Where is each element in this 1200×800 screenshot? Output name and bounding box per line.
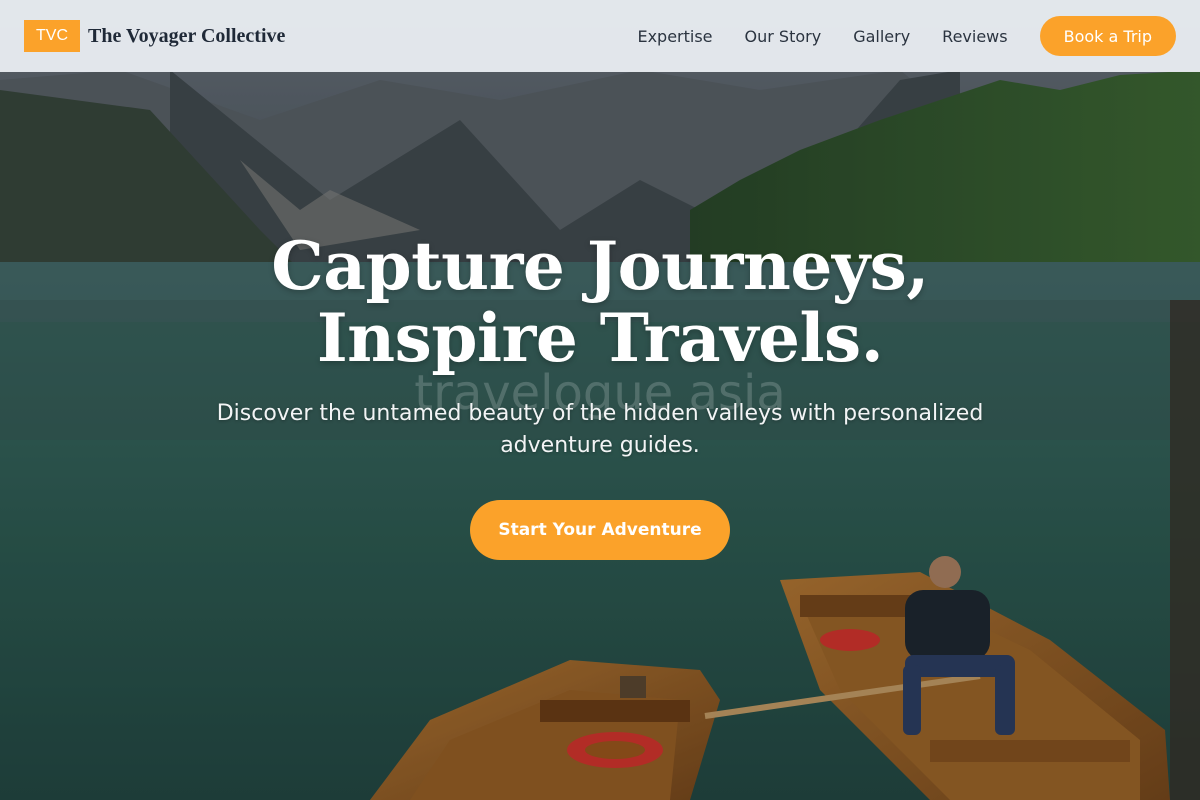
nav-link-our-story[interactable]: Our Story [745,27,822,46]
hero-title-line2: Inspire Travels. [316,299,884,377]
hero-title: Capture Journeys, Inspire Travels. [0,230,1200,374]
book-a-trip-button[interactable]: Book a Trip [1039,16,1176,56]
hero-title-line1: Capture Journeys, [271,227,929,305]
brand-name[interactable]: The Voyager Collective [88,25,285,48]
brand-logo-badge[interactable]: TVC [24,20,80,52]
nav-link-gallery[interactable]: Gallery [853,27,910,46]
nav-link-expertise[interactable]: Expertise [637,27,712,46]
start-adventure-button[interactable]: Start Your Adventure [470,500,730,560]
hero-subtitle: Discover the untamed beauty of the hidde… [216,401,984,458]
hero-content: Capture Journeys, Inspire Travels. Disco… [0,230,1200,560]
nav-links: Expertise Our Story Gallery Reviews [637,27,1007,46]
top-navbar: TVC The Voyager Collective Expertise Our… [0,0,1200,72]
nav-link-reviews[interactable]: Reviews [942,27,1007,46]
